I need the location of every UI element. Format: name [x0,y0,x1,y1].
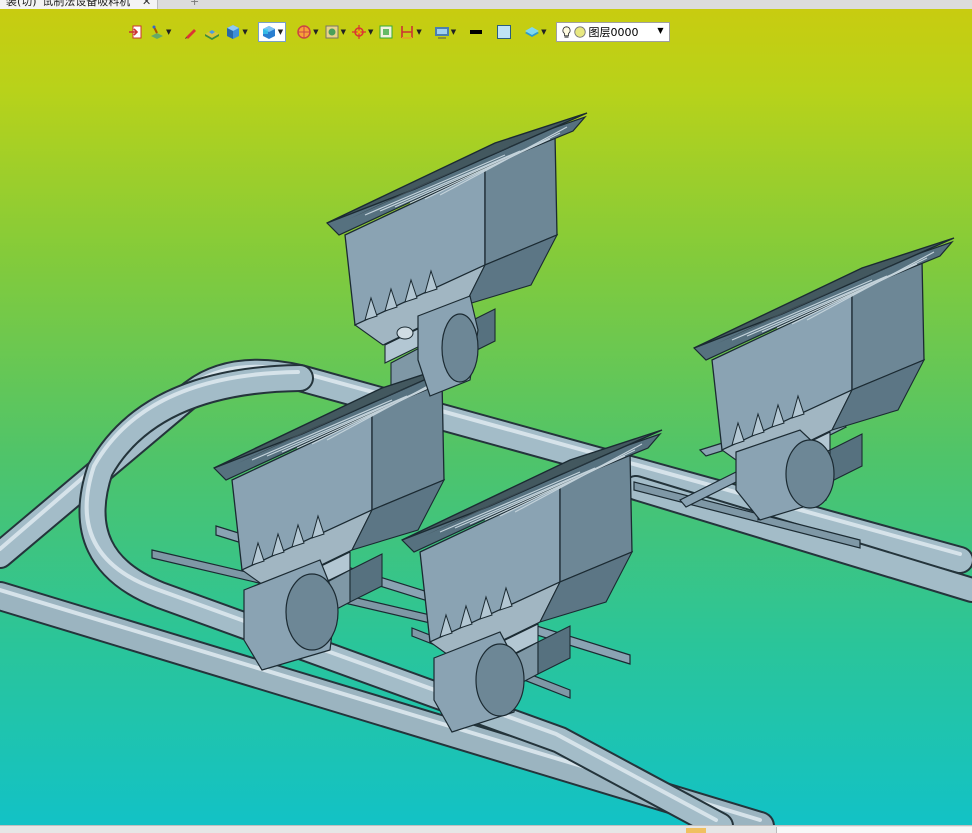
chevron-down-icon[interactable]: ▼ [541,28,546,36]
view-orient-icon [297,25,311,39]
solid-cube-icon [227,25,240,39]
status-indicator [686,828,706,833]
measure-button[interactable] [376,22,396,42]
line-color-button[interactable] [466,22,486,42]
view-toolbar: ▼ ▼ ▼ ▼ ▼ ▼ ▼ ▼ ▼ 图层0000 ▼ [126,21,670,43]
chevron-down-icon[interactable]: ▼ [341,28,346,36]
extrude-icon [205,30,220,40]
render-mode-icon [262,26,275,39]
extrude-button[interactable] [202,22,222,42]
zoom-fit-icon [325,25,339,39]
chevron-down-icon[interactable]: ▼ [416,28,421,36]
close-icon[interactable]: ✕ [142,0,151,8]
chevron-down-icon[interactable]: ▼ [313,28,318,36]
layer-status-icon[interactable] [573,25,587,39]
sketch-plane-button[interactable]: ▼ [147,22,173,42]
document-tab-title: 装(切)“试制法设备吸料机” [6,0,136,8]
status-bar [0,825,972,833]
render-mode-button[interactable]: ▼ [257,22,287,42]
status-field [776,827,972,833]
chevron-down-icon[interactable]: ▼ [278,28,283,36]
line-color-icon [470,30,483,34]
pencil-icon [185,29,197,39]
exit-sketch-icon [129,25,142,39]
layer-stack-button[interactable]: ▼ [522,22,548,42]
document-tab-bar: 装(切)“试制法设备吸料机” ✕ + [0,0,972,9]
measure-icon [379,25,393,39]
document-tab[interactable]: 装(切)“试制法设备吸料机” ✕ [0,0,159,9]
dimension-icon [401,26,414,39]
3d-viewport[interactable]: ▼ ▼ ▼ ▼ ▼ ▼ ▼ ▼ ▼ 图层0000 ▼ [0,9,972,825]
pencil-button[interactable] [181,22,201,42]
chevron-down-icon[interactable]: ▼ [242,28,247,36]
sketch-plane-icon [151,25,163,39]
zoom-fit-button[interactable]: ▼ [322,22,348,42]
chevron-down-icon[interactable]: ▼ [368,28,373,36]
fill-color-button[interactable] [494,22,514,42]
cad-model-scene[interactable] [0,9,972,825]
chevron-down-icon[interactable]: ▼ [166,28,171,36]
move-target-button[interactable]: ▼ [349,22,375,42]
layer-name: 图层0000 [588,26,639,39]
chevron-down-icon[interactable]: ▼ [451,28,456,36]
light-bulb-icon[interactable] [560,25,573,40]
layer-select[interactable]: 图层0000 ▼ [555,22,670,42]
fill-color-icon [497,25,512,39]
chevron-down-icon[interactable]: ▼ [657,26,663,35]
layer-stack-icon [525,27,540,37]
dimension-button[interactable]: ▼ [397,22,423,42]
exit-sketch-button[interactable] [126,22,146,42]
display-settings-icon [434,27,449,39]
move-target-icon [351,25,366,39]
view-orient-button[interactable]: ▼ [294,22,320,42]
display-settings-button[interactable]: ▼ [432,22,458,42]
solid-cube-button[interactable]: ▼ [223,22,249,42]
new-tab-button[interactable]: + [190,0,199,9]
